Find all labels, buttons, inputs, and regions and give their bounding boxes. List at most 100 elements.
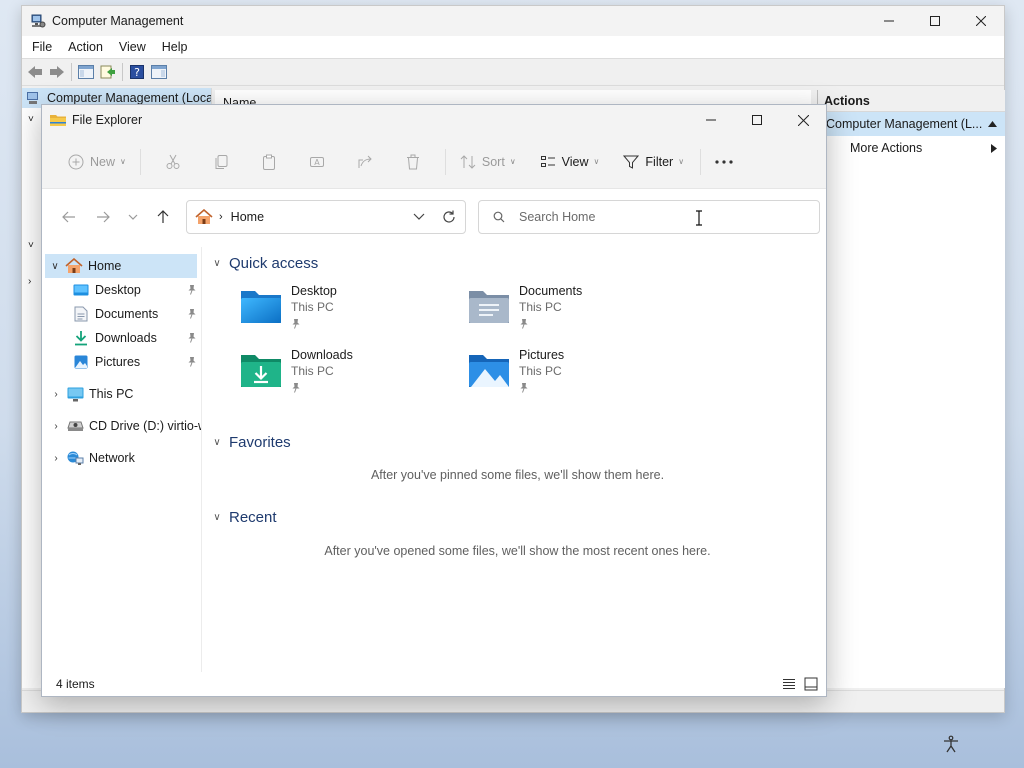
share-button[interactable] bbox=[341, 146, 389, 178]
show-hide-action-pane-button[interactable] bbox=[148, 61, 170, 83]
chevron-down-icon[interactable]: ∨ bbox=[209, 258, 225, 269]
nav-item-pictures[interactable]: Pictures bbox=[42, 350, 201, 374]
chevron-down-icon[interactable] bbox=[413, 210, 425, 224]
cut-button[interactable] bbox=[149, 146, 197, 178]
nav-item-home[interactable]: ∨ Home bbox=[45, 254, 197, 278]
pin-icon bbox=[520, 383, 528, 393]
forward-button[interactable] bbox=[46, 61, 68, 83]
filter-button[interactable]: Filter ∨ bbox=[617, 146, 690, 178]
back-button[interactable] bbox=[24, 61, 46, 83]
command-separator bbox=[700, 148, 702, 175]
cm-menubar: File Action View Help bbox=[22, 36, 1004, 58]
favorites-group[interactable]: ∨ Favorites bbox=[209, 430, 826, 454]
sort-button[interactable]: Sort ∨ bbox=[454, 146, 522, 178]
minimize-icon bbox=[884, 20, 894, 22]
address-bar[interactable]: › Home bbox=[186, 200, 466, 234]
up-arrow-icon bbox=[157, 210, 169, 223]
search-box[interactable] bbox=[478, 200, 820, 234]
chevron-right-icon[interactable]: › bbox=[46, 421, 66, 432]
copy-button[interactable] bbox=[197, 146, 245, 178]
tree-collapse-chevron-icon[interactable]: › bbox=[28, 276, 31, 287]
file-explorer-icon bbox=[50, 115, 66, 126]
search-icon bbox=[493, 211, 505, 223]
chevron-down-icon[interactable]: ∨ bbox=[45, 261, 65, 272]
submenu-arrow-icon bbox=[991, 143, 997, 153]
forward-button[interactable] bbox=[86, 202, 120, 232]
paste-button[interactable] bbox=[245, 146, 293, 178]
quick-access-item-pictures[interactable]: Pictures This PC bbox=[465, 347, 685, 407]
back-button[interactable] bbox=[52, 202, 86, 232]
close-icon bbox=[797, 114, 809, 126]
new-button[interactable]: New ∨ bbox=[62, 146, 132, 178]
documents-folder-icon bbox=[469, 291, 509, 323]
rename-icon: A bbox=[309, 156, 324, 167]
chevron-down-icon: ∨ bbox=[509, 157, 516, 166]
pictures-folder-icon bbox=[469, 355, 509, 387]
chevron-right-icon[interactable]: › bbox=[46, 389, 66, 400]
quick-access-item-downloads[interactable]: Downloads This PC bbox=[237, 347, 457, 407]
item-count: 4 items bbox=[56, 677, 95, 691]
breadcrumb-home[interactable]: Home bbox=[231, 210, 264, 224]
maximize-button[interactable] bbox=[912, 6, 958, 36]
quick-access-item-name: Pictures bbox=[519, 348, 565, 362]
downloads-folder-icon bbox=[241, 355, 281, 387]
nav-item-label: CD Drive (D:) virtio-w bbox=[89, 419, 201, 433]
nav-item-desktop[interactable]: Desktop bbox=[42, 278, 201, 302]
nav-item-cd-drive[interactable]: › CD Drive (D:) virtio-w bbox=[42, 414, 201, 438]
view-button[interactable]: View ∨ bbox=[534, 146, 606, 178]
chevron-right-icon[interactable]: › bbox=[46, 453, 66, 464]
actions-section-computer-management[interactable]: Computer Management (L... bbox=[818, 112, 1005, 136]
search-input[interactable] bbox=[519, 210, 769, 224]
up-button[interactable] bbox=[146, 202, 180, 232]
group-header-label: Favorites bbox=[229, 433, 291, 451]
minimize-button[interactable] bbox=[688, 105, 734, 135]
pin-icon bbox=[520, 319, 528, 329]
nav-item-downloads[interactable]: Downloads bbox=[42, 326, 201, 350]
large-icons-view-icon[interactable] bbox=[804, 677, 818, 691]
chevron-down-icon: ∨ bbox=[120, 157, 126, 166]
export-list-button[interactable] bbox=[97, 61, 119, 83]
cm-titlebar: Computer Management bbox=[22, 6, 1004, 36]
quick-access-item-desktop[interactable]: Desktop This PC bbox=[237, 283, 457, 343]
address-row: › Home bbox=[42, 189, 826, 245]
show-hide-console-tree-button[interactable] bbox=[75, 61, 97, 83]
chevron-down-icon: ∨ bbox=[593, 157, 600, 166]
minimize-button[interactable] bbox=[866, 6, 912, 36]
rename-button[interactable]: A bbox=[293, 146, 341, 178]
breadcrumb-separator-icon: › bbox=[219, 211, 223, 223]
minimize-icon bbox=[706, 119, 716, 121]
help-button[interactable]: ? bbox=[126, 61, 148, 83]
home-icon bbox=[195, 209, 213, 224]
nav-item-documents[interactable]: Documents bbox=[42, 302, 201, 326]
actions-header: Actions bbox=[818, 90, 1005, 112]
menu-view[interactable]: View bbox=[111, 36, 154, 58]
chevron-down-icon[interactable]: ∨ bbox=[209, 512, 225, 523]
chevron-down-icon[interactable]: ∨ bbox=[209, 437, 225, 448]
recent-locations-button[interactable] bbox=[120, 202, 146, 232]
menu-help[interactable]: Help bbox=[154, 36, 196, 58]
new-label: New bbox=[90, 154, 116, 169]
desktop-folder-icon bbox=[241, 291, 281, 323]
svg-text:A: A bbox=[314, 158, 320, 167]
recent-group[interactable]: ∨ Recent bbox=[209, 505, 826, 529]
accessibility-icon[interactable] bbox=[942, 735, 960, 753]
cd-drive-icon bbox=[66, 418, 84, 434]
quick-access-group[interactable]: ∨ Quick access bbox=[209, 251, 826, 275]
nav-item-this-pc[interactable]: › This PC bbox=[42, 382, 201, 406]
navigation-pane: ∨ Home Desktop Documents Downloads Pictu… bbox=[42, 247, 202, 672]
see-more-button[interactable] bbox=[709, 146, 739, 178]
refresh-icon[interactable] bbox=[441, 209, 457, 225]
close-button[interactable] bbox=[958, 6, 1004, 36]
close-button[interactable] bbox=[780, 105, 826, 135]
more-actions-item[interactable]: More Actions bbox=[818, 136, 1005, 160]
menu-file[interactable]: File bbox=[22, 36, 60, 58]
maximize-button[interactable] bbox=[734, 105, 780, 135]
delete-button[interactable] bbox=[389, 146, 437, 178]
details-view-icon[interactable] bbox=[782, 677, 796, 691]
quick-access-item-documents[interactable]: Documents This PC bbox=[465, 283, 685, 343]
tree-expand-chevron-icon[interactable]: ˅ bbox=[28, 114, 34, 125]
cut-icon bbox=[166, 154, 180, 169]
menu-action[interactable]: Action bbox=[60, 36, 111, 58]
tree-expand-chevron-icon[interactable]: ˅ bbox=[28, 240, 34, 251]
nav-item-network[interactable]: › Network bbox=[42, 446, 201, 470]
